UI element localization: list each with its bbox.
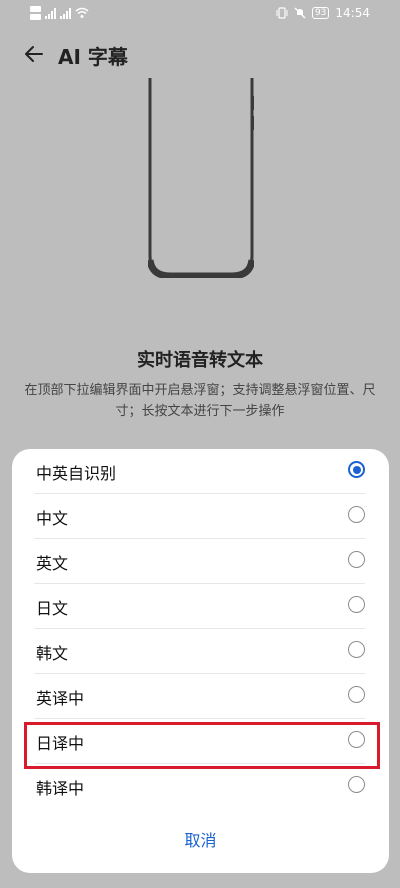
phone-illustration bbox=[148, 78, 254, 278]
option-label: 英译中 bbox=[36, 689, 85, 708]
mute-icon bbox=[294, 7, 306, 19]
language-option-sheet: 中英自识别 中文 英文 日文 韩文 英译中 日译中 韩译中 取消 bbox=[12, 449, 389, 873]
radio-icon[interactable] bbox=[348, 551, 365, 568]
cancel-button[interactable]: 取消 bbox=[12, 827, 389, 851]
radio-icon[interactable] bbox=[348, 686, 365, 703]
radio-icon[interactable] bbox=[348, 641, 365, 658]
back-arrow-icon[interactable] bbox=[22, 42, 46, 66]
option-label: 韩文 bbox=[36, 644, 69, 663]
radio-icon[interactable] bbox=[348, 776, 365, 793]
status-bar: 93 14:54 bbox=[0, 0, 400, 28]
option-label: 英文 bbox=[36, 554, 69, 573]
signal-1-icon bbox=[45, 7, 56, 19]
sim-icon bbox=[30, 6, 41, 20]
battery-icon: 93 bbox=[311, 7, 330, 19]
clock: 14:54 bbox=[335, 6, 370, 20]
status-right: 93 14:54 bbox=[276, 6, 370, 20]
option-label: 韩译中 bbox=[36, 779, 85, 798]
option-zh-en-auto[interactable]: 中英自识别 bbox=[34, 449, 389, 494]
option-ko-to-zh[interactable]: 韩译中 bbox=[34, 764, 389, 809]
radio-icon[interactable] bbox=[348, 506, 365, 523]
option-english[interactable]: 英文 bbox=[34, 539, 389, 584]
radio-icon[interactable] bbox=[348, 596, 365, 613]
radio-icon[interactable] bbox=[348, 731, 365, 748]
signal-2-icon bbox=[60, 7, 71, 19]
page-title: AI 字幕 bbox=[58, 45, 128, 69]
vibrate-icon bbox=[276, 7, 288, 19]
feature-description: 在顶部下拉编辑界面中开启悬浮窗；支持调整悬浮窗位置、尺寸；长按文本进行下一步操作 bbox=[24, 383, 376, 419]
option-korean[interactable]: 韩文 bbox=[34, 629, 389, 674]
wifi-icon bbox=[75, 7, 89, 18]
option-label: 中英自识别 bbox=[36, 464, 117, 483]
feature-title: 实时语音转文本 bbox=[137, 350, 263, 371]
option-label: 中文 bbox=[36, 509, 69, 528]
radio-selected-icon[interactable] bbox=[348, 461, 365, 478]
signal-area bbox=[30, 6, 89, 20]
option-en-to-zh[interactable]: 英译中 bbox=[34, 674, 389, 719]
option-label: 日文 bbox=[36, 599, 69, 618]
option-label: 日译中 bbox=[36, 734, 85, 753]
app-header: AI 字幕 bbox=[0, 38, 400, 70]
option-ja-to-zh[interactable]: 日译中 bbox=[34, 719, 389, 764]
option-chinese[interactable]: 中文 bbox=[34, 494, 389, 539]
option-japanese[interactable]: 日文 bbox=[34, 584, 389, 629]
